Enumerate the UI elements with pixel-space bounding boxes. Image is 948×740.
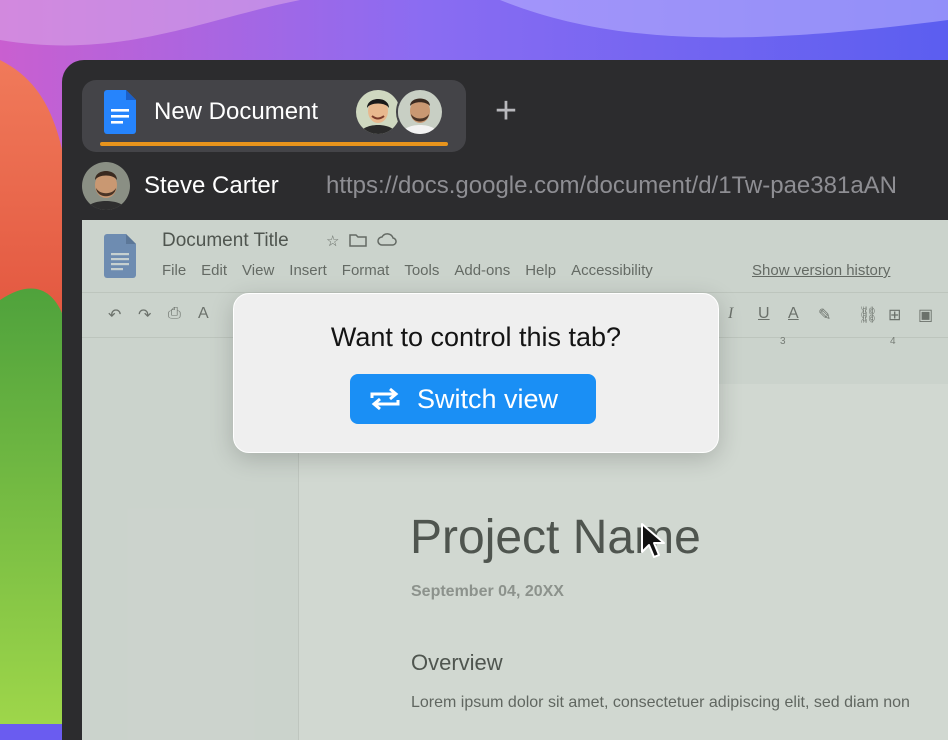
user-name: Steve Carter <box>144 172 279 199</box>
control-tab-popup: Want to control this tab? Switch view <box>233 293 719 453</box>
popup-question: Want to control this tab? <box>330 322 622 352</box>
switch-view-label: Switch view <box>417 384 559 414</box>
mouse-cursor-icon <box>641 523 665 558</box>
collaborator-avatar <box>396 88 444 136</box>
url-field[interactable]: https://docs.google.com/document/d/1Tw-p… <box>326 172 897 200</box>
user-avatar <box>82 162 130 210</box>
address-row: Steve Carter https://docs.google.com/doc… <box>82 160 948 212</box>
switch-arrows-icon <box>370 387 400 411</box>
active-tab-indicator <box>100 142 448 146</box>
tab-new-document[interactable]: New Document <box>82 80 466 152</box>
tab-title: New Document <box>154 98 319 125</box>
switch-view-button[interactable]: Switch view <box>350 374 596 424</box>
collaborator-avatar <box>354 88 402 136</box>
plus-icon[interactable]: + <box>490 92 522 130</box>
google-docs-icon <box>104 90 136 134</box>
